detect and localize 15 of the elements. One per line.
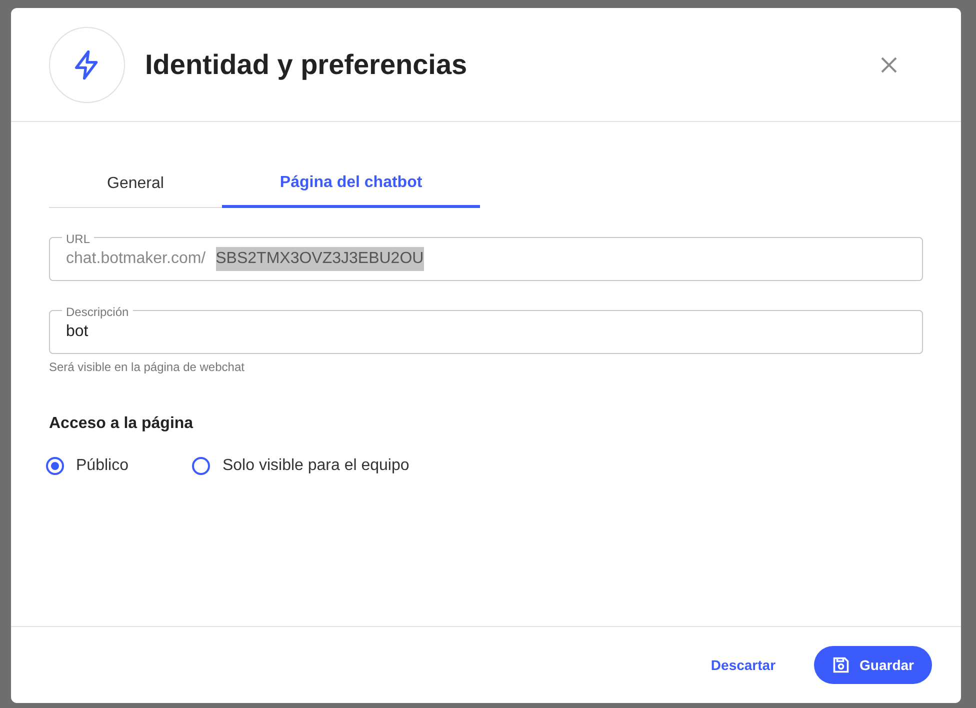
- discard-button[interactable]: Descartar: [710, 654, 776, 676]
- section-heading: Acceso a la página: [49, 414, 194, 434]
- tab[interactable]: Página del chatbot: [222, 160, 480, 208]
- save-button[interactable]: Guardar: [814, 646, 932, 684]
- radio-button[interactable]: [46, 457, 64, 475]
- radio-button[interactable]: [192, 457, 210, 475]
- tab[interactable]: General: [49, 160, 222, 208]
- radio-label: Solo visible para el equipo: [222, 456, 410, 476]
- dialog-title: Identidad y preferencias: [145, 48, 468, 82]
- lightning-icon: [49, 26, 125, 102]
- description-value: bot: [66, 322, 88, 342]
- radio-label: Público: [76, 456, 128, 476]
- helper-text: Será visible en la página de webchat: [49, 359, 246, 376]
- url-value: SBS2TMX3OVZ3J3EBU2OU: [216, 247, 424, 271]
- url-prefix: chat.botmaker.com/: [66, 249, 206, 269]
